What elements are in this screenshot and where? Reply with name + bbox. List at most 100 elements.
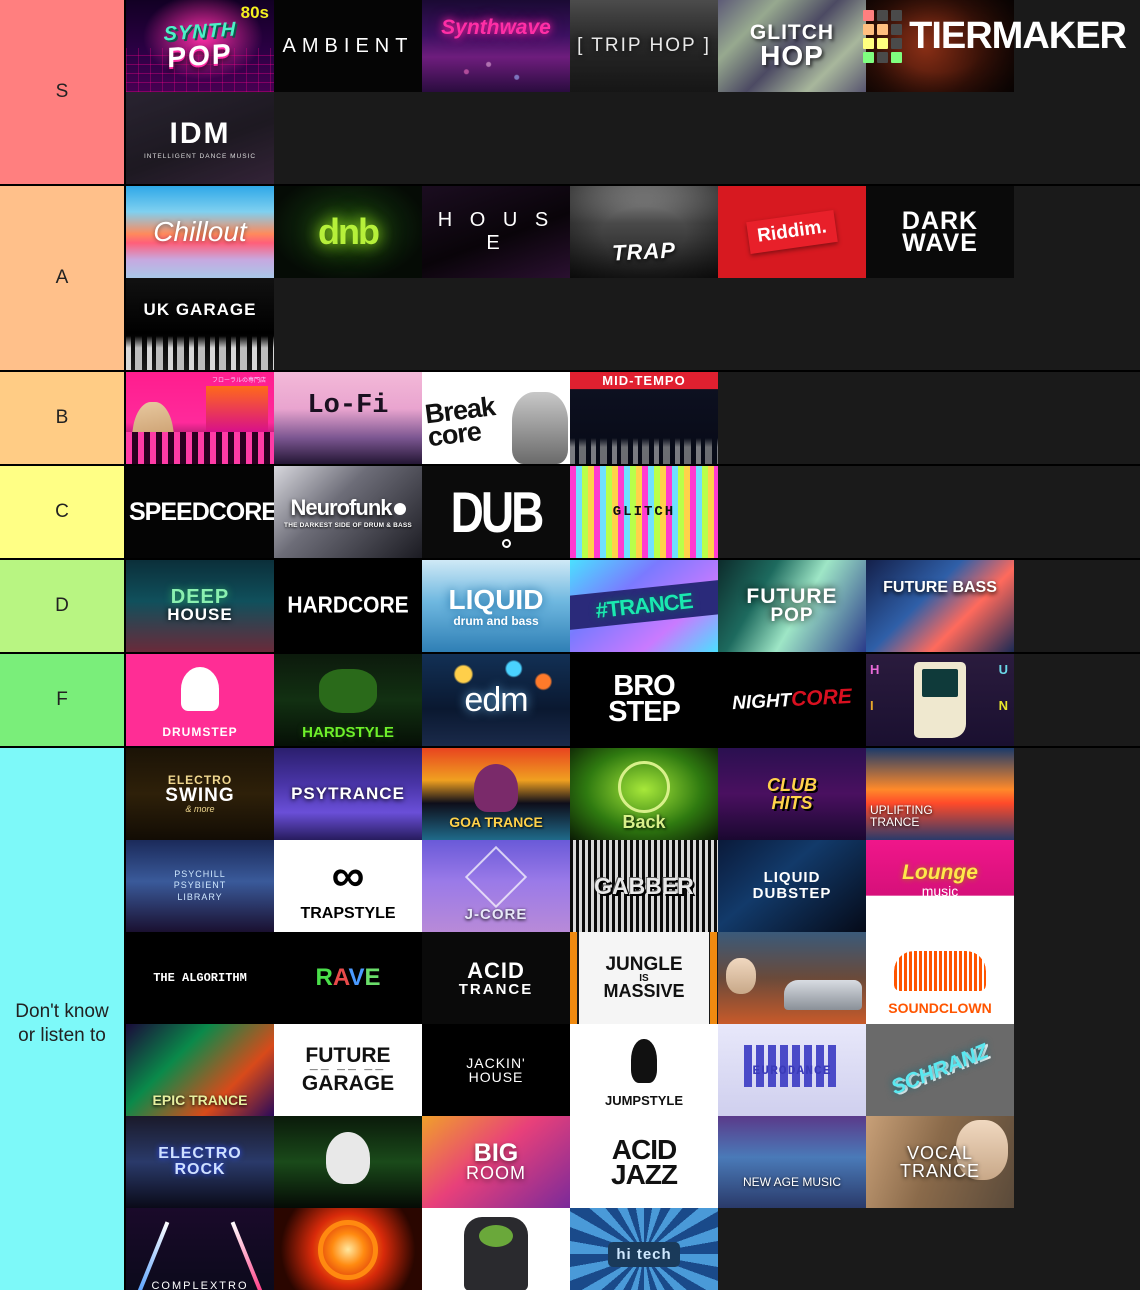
tile-artwork xyxy=(422,560,570,652)
tier-label-b[interactable]: B xyxy=(0,372,126,464)
tier-item-glitch-hop[interactable]: GLITCH HOP xyxy=(718,0,866,92)
tier-item-drum-and-bass[interactable]: dnb xyxy=(274,186,422,278)
tier-item-glitch[interactable]: GLITCH xyxy=(570,466,718,558)
tile-artwork xyxy=(570,654,718,746)
tier-item-ambient[interactable]: AMBIENT xyxy=(274,0,422,92)
tier-item-the-algorithm[interactable]: THE ALGORITHM xyxy=(126,932,274,1024)
tier-item-trap[interactable]: TRAP xyxy=(570,186,718,278)
tier-item-jungle[interactable]: JUNGLE IS MASSIVE xyxy=(570,932,718,1024)
tier-item-chillout[interactable]: Chillout xyxy=(126,186,274,278)
tile-artwork xyxy=(126,560,274,652)
tile-artwork xyxy=(422,186,570,278)
tier-item-schranz[interactable]: SCHRANZ xyxy=(866,1024,1014,1116)
tier-item-liquid-dubstep[interactable]: LIQUID DUBSTEP xyxy=(718,840,866,932)
tile-artwork xyxy=(866,1024,1014,1116)
tier-item-hi-tech[interactable]: hi tech xyxy=(570,1208,718,1290)
tier-items: ELECTRO SWING & more PSYTRANCE GOA TRANCE Bac… xyxy=(126,748,1140,1290)
tier-item-lo-fi[interactable]: Lo-Fi xyxy=(274,372,422,464)
tier-item-idm[interactable]: IDM INTELLIGENT DANCE MUSIC xyxy=(126,92,274,184)
tile-artwork xyxy=(274,560,422,652)
tier-item-edm[interactable]: edm xyxy=(422,654,570,746)
tier-label-c[interactable]: C xyxy=(0,466,126,558)
tier-item-hardstyle[interactable]: HARDSTYLE xyxy=(274,654,422,746)
tile-artwork xyxy=(274,0,422,92)
tier-row: F DRUMSTEP HARDSTYLE edm BRO STEP NIGHTCORE H I U… xyxy=(0,654,1140,748)
tier-item-dubstep[interactable]: DUB xyxy=(422,466,570,558)
tier-item-rave[interactable]: RAVE xyxy=(274,932,422,1024)
tier-item-brostep[interactable]: BRO STEP xyxy=(570,654,718,746)
tier-item-uk-garage[interactable]: UK GARAGE xyxy=(126,278,274,370)
tier-item-jackin-house[interactable]: JACKIN' HOUSE xyxy=(422,1024,570,1116)
tier-item-psytrance[interactable]: PSYTRANCE xyxy=(274,748,422,840)
tier-item-acid-jazz[interactable]: ACID JAZZ xyxy=(570,1116,718,1208)
tier-item-nightcore[interactable]: NIGHTCORE xyxy=(718,654,866,746)
tier-item-complextro[interactable]: COMPLEXTRO xyxy=(126,1208,274,1290)
tile-artwork xyxy=(866,560,1014,652)
tier-item-hardcore[interactable]: HARDCORE xyxy=(274,560,422,652)
tier-label-d[interactable]: D xyxy=(0,560,126,652)
tier-item-goa-trance[interactable]: GOA TRANCE xyxy=(422,748,570,840)
tier-item-epic-trance[interactable]: EPIC TRANCE xyxy=(126,1024,274,1116)
tier-item-blackened-metal[interactable] xyxy=(866,0,1014,92)
tier-item-vocal-trance[interactable]: VOCAL TRANCE xyxy=(866,1116,1014,1208)
tier-label-don-t-know[interactable]: Don't know or listen to xyxy=(0,748,126,1290)
tier-item-throwback-dance[interactable]: Back xyxy=(570,748,718,840)
tile-artwork xyxy=(718,840,866,932)
tier-item-trapstyle[interactable]: ∞ TRAPSTYLE xyxy=(274,840,422,932)
tier-item-drum-and-bass-meme[interactable] xyxy=(422,1208,570,1290)
tier-item-electro-rock[interactable]: ELECTRO ROCK xyxy=(126,1116,274,1208)
tier-item-vaporwave[interactable]: フローラルの専門店 xyxy=(126,372,274,464)
tier-item-psycore[interactable] xyxy=(274,1208,422,1290)
tier-item-house[interactable]: H O U S E xyxy=(422,186,570,278)
tier-item-future-pop[interactable]: FUTURE POP xyxy=(718,560,866,652)
tier-item-soundclown[interactable]: SOUNDCLOWN xyxy=(866,932,1014,1024)
tile-artwork xyxy=(718,560,866,652)
tier-item-drumstep[interactable]: DRUMSTEP xyxy=(126,654,274,746)
tile-artwork xyxy=(126,932,274,1024)
tier-item-deep-house[interactable]: DEEP HOUSE xyxy=(126,560,274,652)
tier-item-lounge-music[interactable]: Lounge music xyxy=(866,840,1014,932)
tier-item-synthwave[interactable]: Synthwave xyxy=(422,0,570,92)
tier-item-gabber[interactable]: GABBER xyxy=(570,840,718,932)
tier-item-trip-hop[interactable]: [ TRIP HOP ] xyxy=(570,0,718,92)
tile-artwork xyxy=(718,1116,866,1208)
tile-artwork xyxy=(274,748,422,840)
tier-item-big-room[interactable]: BIG ROOM xyxy=(422,1116,570,1208)
tier-item-acid-trance[interactable]: ACID TRANCE xyxy=(422,932,570,1024)
tier-item-riddim[interactable]: Riddim. xyxy=(718,186,866,278)
tier-item-chiptune[interactable]: HIUN xyxy=(866,654,1014,746)
tier-item-club-hits[interactable]: CLUB HITS xyxy=(718,748,866,840)
tier-label-s[interactable]: S xyxy=(0,0,126,184)
tile-artwork xyxy=(126,840,274,932)
tile-artwork xyxy=(422,1116,570,1208)
tile-artwork xyxy=(126,466,274,558)
tier-item-uplifting-trance[interactable]: UPLIFTING TRANCE xyxy=(866,748,1014,840)
tier-item-eurodance[interactable]: EURODANCE xyxy=(718,1024,866,1116)
tier-row: S SYNTH POP 80s AMBIENT Synthwave[ TRIP HOP ]… xyxy=(0,0,1140,186)
tile-artwork xyxy=(126,1208,274,1290)
tier-row: D DEEP HOUSE HARDCORE LIQUID drum and bass #TR… xyxy=(0,560,1140,654)
tier-item-future-bass[interactable]: FUTURE BASS xyxy=(866,560,1014,652)
tier-label-a[interactable]: A xyxy=(0,186,126,370)
tier-item-new-age-music[interactable]: NEW AGE MUSIC xyxy=(718,1116,866,1208)
tier-item-terrorcore[interactable] xyxy=(274,1116,422,1208)
tier-item-future-garage[interactable]: FUTURE —— —— —— GARAGE xyxy=(274,1024,422,1116)
tier-item-jumpstyle[interactable]: JUMPSTYLE xyxy=(570,1024,718,1116)
tier-item-speedcore[interactable]: SPEEDCORE xyxy=(126,466,274,558)
tile-artwork xyxy=(422,932,570,1024)
tier-item-neurofunk[interactable]: Neurofunk THE DARKEST SIDE OF DRUM & BASS xyxy=(274,466,422,558)
tier-item-psychill-psybient[interactable]: PSYCHILL PSYBIENT LIBRARY xyxy=(126,840,274,932)
tier-item-breakcore[interactable]: Break core xyxy=(422,372,570,464)
tile-artwork xyxy=(570,840,718,932)
tier-item-mid-tempo[interactable]: MID-TEMPO xyxy=(570,372,718,464)
tier-item-j-core[interactable]: J-CORE xyxy=(422,840,570,932)
tier-item-darkwave[interactable]: DARK WAVE xyxy=(866,186,1014,278)
tile-artwork xyxy=(274,932,422,1024)
tier-row: Don't know or listen to ELECTRO SWING & mor… xyxy=(0,748,1140,1290)
tier-item-electro-swing[interactable]: ELECTRO SWING & more xyxy=(126,748,274,840)
tier-item-eurobeat[interactable] xyxy=(718,932,866,1024)
tier-item-trance[interactable]: #TRANCE xyxy=(570,560,718,652)
tier-item-liquid-drum-and-bass[interactable]: LIQUID drum and bass xyxy=(422,560,570,652)
tier-label-f[interactable]: F xyxy=(0,654,126,746)
tier-item-synth-pop[interactable]: SYNTH POP 80s xyxy=(126,0,274,92)
